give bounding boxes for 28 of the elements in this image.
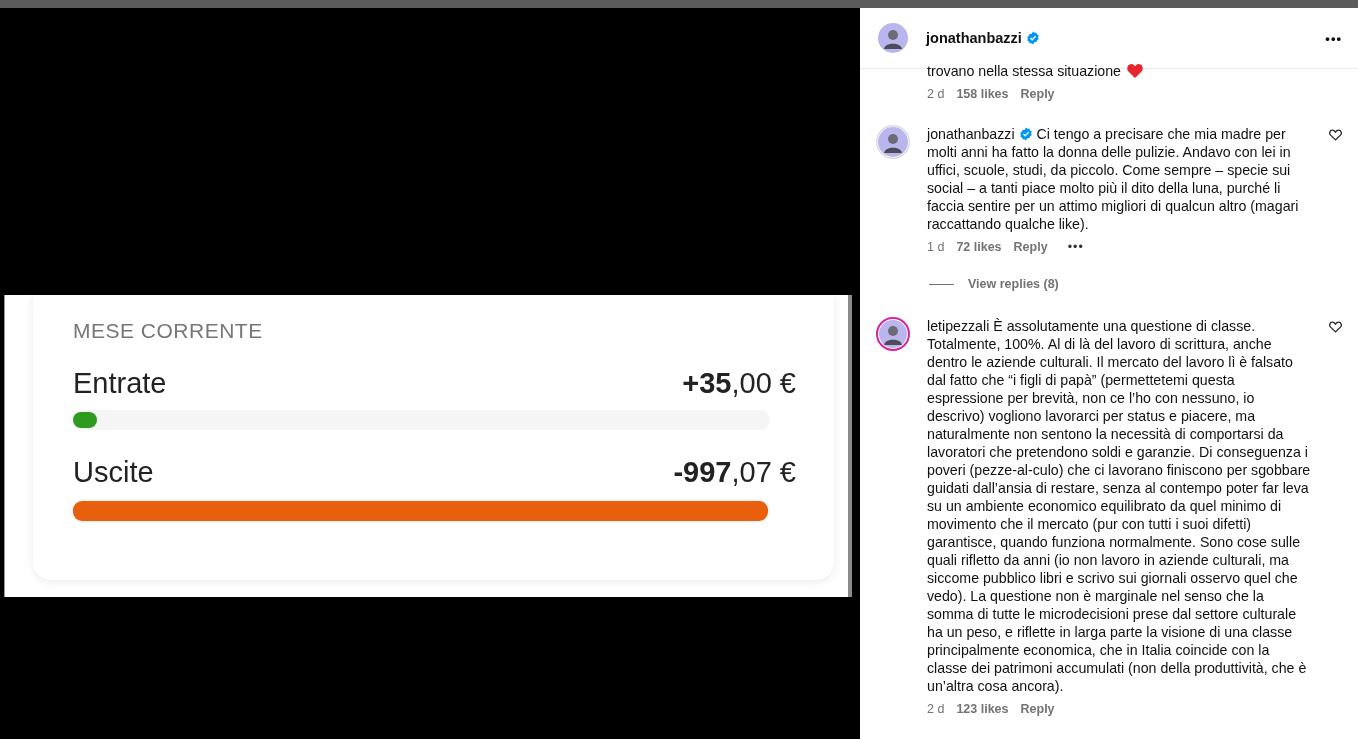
heart-icon <box>1127 64 1143 78</box>
heart-icon[interactable] <box>1329 321 1342 333</box>
comment-time: 2 d <box>927 702 945 716</box>
like-count[interactable]: 72 likes <box>956 240 1002 254</box>
amount: +35,00 € <box>682 367 796 400</box>
comment-time: 1 d <box>927 240 945 254</box>
view-replies-button[interactable]: View replies (8) <box>968 277 1059 291</box>
heart-icon[interactable] <box>1329 129 1342 141</box>
comment-text: jonathanbazzi Ci tengo a precisare che mia madre per molti anni ha fatto la donna delle pulizie. Andavo con lei in uffici, scuole, studi, da piccolo. Come sempre – specie sui social – a tanti piace molto più il dito della luna, purché li faccia sentire per un attimo migliori di qualcun altro (magari raccattando qualche like). <box>927 125 1300 233</box>
more-options-button[interactable]: ••• <box>1325 30 1342 46</box>
comment-text: trovano nella stessa situazione <box>927 62 1121 80</box>
more-options-button[interactable]: ••• <box>1067 240 1084 254</box>
comment-time: 2 d <box>927 87 945 101</box>
reply-button[interactable]: Reply <box>1013 240 1048 254</box>
avatar-icon[interactable] <box>876 317 910 351</box>
comment-text: letipezzali È assolutamente una questione di classe. Totalmente, 100%. Al di là del lavoro di scrittura, anche dentro le aziende culturali. Il mercato del lavoro lì è falsato dal fatto che “i figli di papà” (permettetemi questa espressione per brevità, non ce l’ho con nessuno, io descrivo) vogliono lavorarci per status e piacere, ma naturalmente non sentono la necessità di comportarsi da lavoratori che pretendono soldi e garanzie. Di conseguenza i poveri (pezze-al-culo) che ci lavorano finiscono per sgobbare guidati dall’ansia di restare, senza al contempo poter far leva su un ambiente economico equilibrato da quel minimo di movimento che il mercato (pur con tutti i suoi difetti) garantisce, quando funziona normalmente. Sono cose sulle quali rifletto da anni (io non lavoro in aziende culturali, ma siccome pubblico libri e scrivo sui giornali osservo quel che vedo). La questione non è marginale nel senso che la somma di tutte le microdecisioni prese dal settore culturale ha un peso, e riflette in larga parte la visione di una classe principalmente economica, che in Italia coincide con la classe dei patrimoni accumulati (non della produttività, che è un’altra cosa ancora). <box>927 317 1312 695</box>
section-title: MESE CORRENTE <box>73 319 263 343</box>
like-count[interactable]: 158 likes <box>956 87 1009 101</box>
username-link[interactable]: jonathanbazzi <box>927 126 1015 142</box>
avatar-icon[interactable] <box>876 21 910 55</box>
reply-button[interactable]: Reply <box>1020 87 1055 101</box>
row-label: Entrate <box>73 367 167 400</box>
row-label: Uscite <box>73 456 154 489</box>
reply-button[interactable]: Reply <box>1020 702 1055 716</box>
like-count[interactable]: 123 likes <box>956 702 1009 716</box>
username-link[interactable]: jonathanbazzi <box>926 30 1022 46</box>
username-link[interactable]: letipezzali <box>927 318 990 334</box>
amount: -997,07 € <box>673 456 796 489</box>
